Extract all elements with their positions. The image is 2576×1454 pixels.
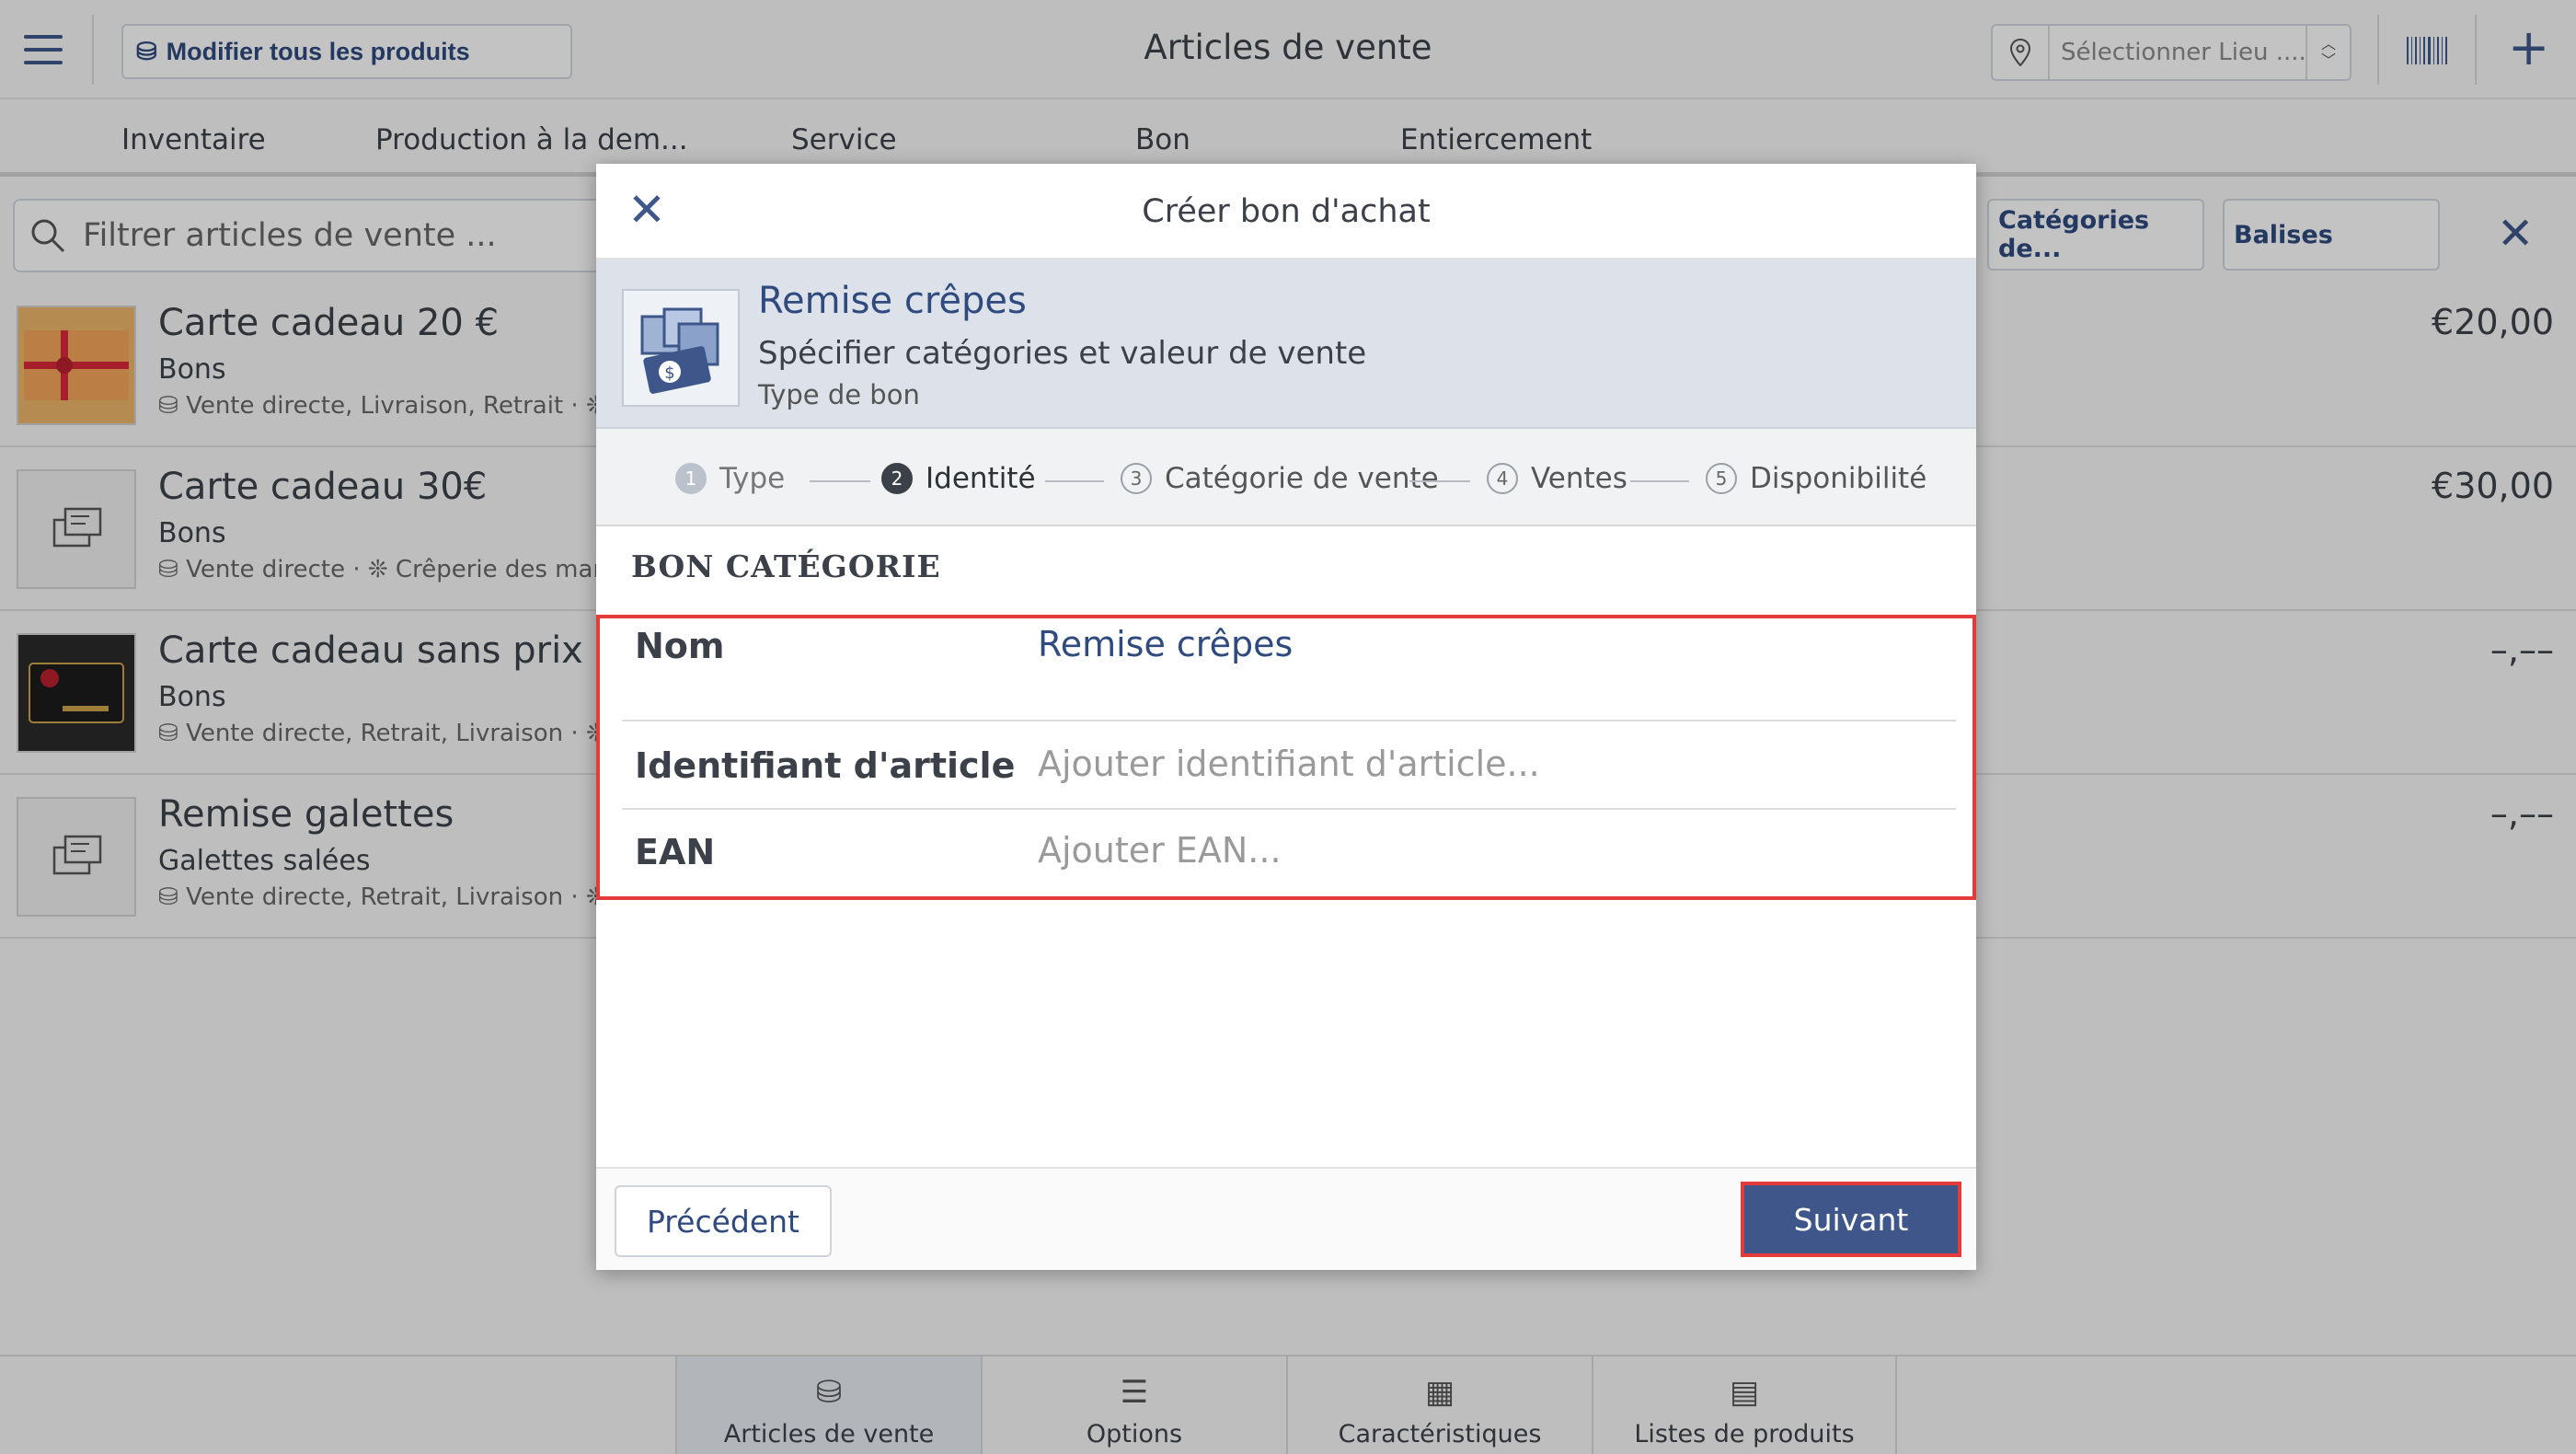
name-row: Nom — [622, 618, 1956, 721]
voucher-summary: $ Remise crêpes Spécifier catégories et … — [596, 260, 1976, 429]
previous-button[interactable]: Précédent — [615, 1185, 832, 1257]
article-id-field[interactable] — [1038, 744, 1939, 784]
step-label: Type — [719, 462, 786, 495]
article-id-row: Identifiant d'article — [622, 721, 1956, 810]
step-identity[interactable]: 2 Identité — [881, 462, 1036, 495]
step-connector — [810, 480, 870, 482]
voucher-name: Remise crêpes — [758, 280, 1027, 322]
dialog-header: ✕ Créer bon d'achat — [596, 164, 1976, 260]
ean-row: EAN — [622, 810, 1956, 896]
voucher-type-icon: $ — [622, 289, 740, 407]
step-number: 4 — [1487, 463, 1518, 494]
step-connector — [1409, 480, 1470, 482]
step-sales[interactable]: 4 Ventes — [1487, 462, 1627, 495]
step-sales-category[interactable]: 3 Catégorie de vente — [1121, 462, 1439, 495]
step-connector — [1630, 480, 1689, 482]
voucher-subtitle: Spécifier catégories et valeur de vente — [758, 335, 1367, 372]
voucher-type: Type de bon — [758, 379, 920, 410]
step-number: 5 — [1706, 463, 1737, 494]
article-id-label: Identifiant d'article — [635, 745, 1016, 786]
step-connector — [1045, 480, 1104, 482]
name-label: Nom — [635, 626, 725, 666]
svg-text:$: $ — [664, 364, 674, 383]
wizard-stepper: 1 Type 2 Identité 3 Catégorie de vente 4… — [596, 429, 1976, 526]
step-label: Catégorie de vente — [1165, 462, 1439, 495]
next-button[interactable]: Suivant — [1741, 1182, 1961, 1257]
ean-label: EAN — [635, 832, 716, 872]
identity-form: Nom Identifiant d'article EAN — [596, 615, 1976, 900]
section-title: BON CATÉGORIE — [631, 548, 941, 584]
step-label: Ventes — [1531, 462, 1627, 495]
dialog-footer: Précédent Suivant — [596, 1167, 1976, 1270]
step-label: Identité — [926, 462, 1036, 495]
step-number: 3 — [1121, 463, 1152, 494]
dialog-title: Créer bon d'achat — [1142, 193, 1431, 230]
ean-field[interactable] — [1038, 830, 1939, 871]
step-availability[interactable]: 5 Disponibilité — [1706, 462, 1926, 495]
create-voucher-dialog: ✕ Créer bon d'achat $ Remise crêpes Spéc… — [596, 164, 1976, 1270]
step-label: Disponibilité — [1750, 462, 1927, 495]
step-number: 1 — [675, 463, 707, 494]
name-field[interactable] — [1038, 624, 1939, 664]
step-number: 2 — [881, 463, 913, 494]
step-type[interactable]: 1 Type — [675, 462, 785, 495]
